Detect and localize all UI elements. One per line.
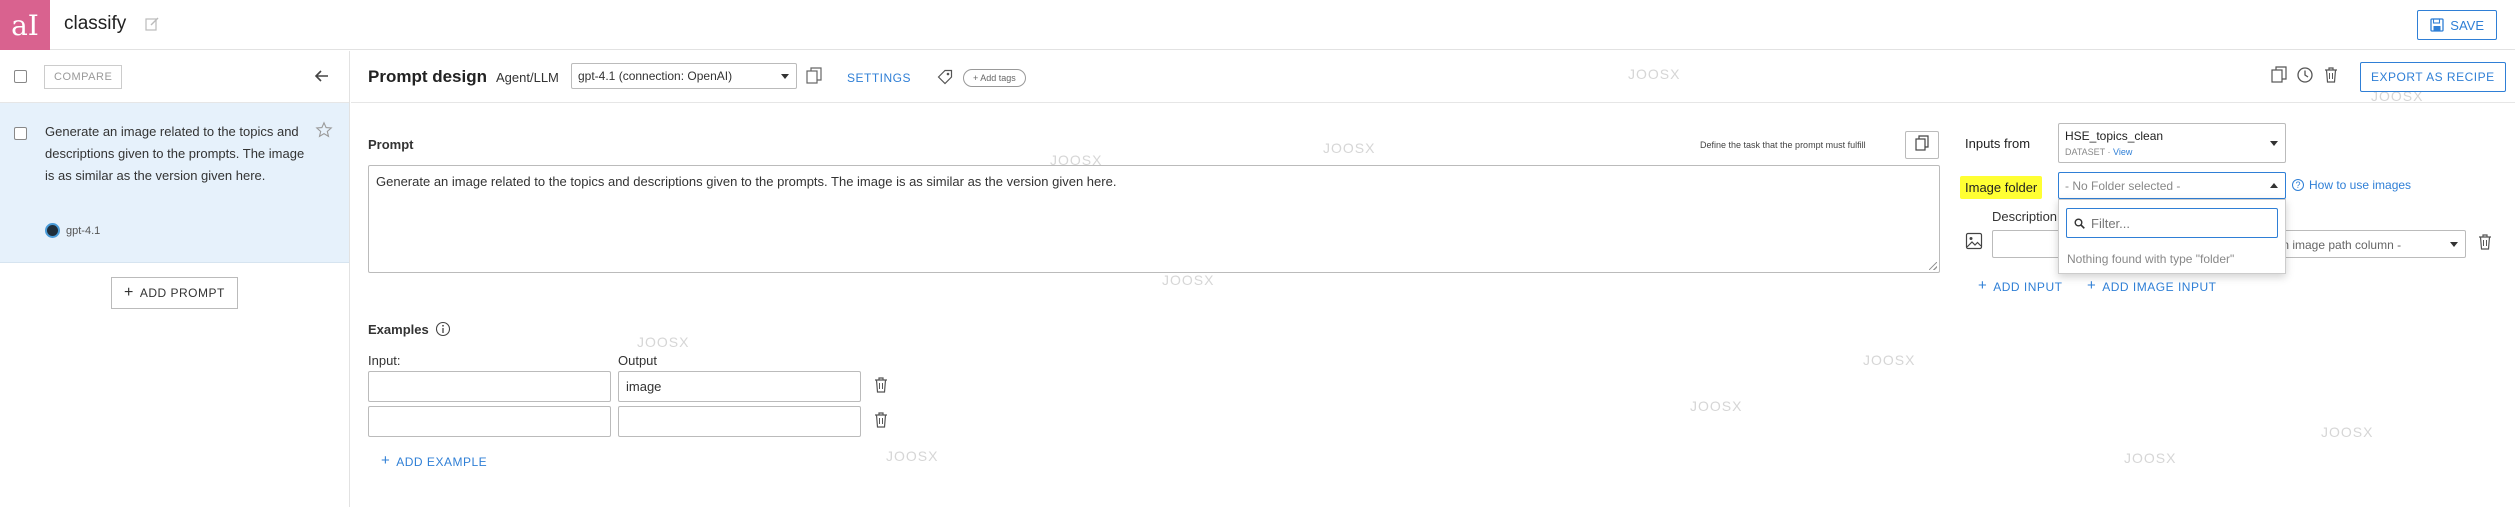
watermark: JOOSX [1323, 140, 1376, 156]
watermark: JOOSX [637, 334, 690, 350]
prompt-textarea[interactable]: Generate an image related to the topics … [368, 165, 1940, 273]
prompt-text: Generate an image related to the topics … [376, 174, 1117, 189]
history-icon[interactable] [2296, 66, 2314, 84]
trash-icon[interactable] [2478, 234, 2492, 250]
image-folder-select[interactable]: - No Folder selected - [2058, 172, 2286, 199]
dataset-meta: DATASET · View [2065, 147, 2133, 157]
prompt-list-item[interactable]: Generate an image related to the topics … [0, 103, 349, 263]
export-as-recipe-button[interactable]: EXPORT AS RECIPE [2360, 62, 2506, 92]
add-example-label: ADD EXAMPLE [396, 455, 488, 469]
search-icon [2074, 218, 2085, 229]
caret-up-icon [2270, 183, 2278, 188]
filter-field[interactable] [2066, 208, 2278, 238]
how-to-use-images-link[interactable]: ? How to use images [2292, 178, 2411, 192]
inputs-from-label: Inputs from [1965, 136, 2031, 151]
watermark: JOOSX [1690, 398, 1743, 414]
prompt-item-checkbox[interactable] [14, 127, 27, 140]
caret-down-icon [2270, 141, 2278, 146]
prompt-list-header: COMPARE [0, 51, 349, 103]
image-path-column-select[interactable]: t an image path column - [2262, 230, 2466, 258]
no-results-message: Nothing found with type "folder" [2067, 252, 2235, 266]
star-icon[interactable] [315, 121, 333, 139]
openai-icon [45, 223, 60, 238]
copy-icon[interactable] [806, 67, 822, 85]
add-tags-button[interactable]: + Add tags [963, 69, 1026, 87]
watermark: JOOSX [1863, 352, 1916, 368]
save-icon [2430, 18, 2444, 32]
example-output-field[interactable]: image [618, 371, 861, 402]
save-button[interactable]: SAVE [2417, 10, 2497, 40]
trash-icon[interactable] [874, 412, 888, 428]
add-image-input-button[interactable]: + ADD IMAGE INPUT [2087, 277, 2217, 294]
model-badge-label: gpt-4.1 [66, 224, 101, 237]
plus-icon: + [2087, 277, 2097, 294]
edit-icon[interactable] [144, 16, 160, 32]
watermark: JOOSX [1162, 272, 1215, 288]
compare-button[interactable]: COMPARE [44, 65, 123, 89]
dataset-name: HSE_topics_clean [2065, 129, 2164, 143]
filter-input[interactable] [2091, 214, 2271, 232]
add-input-label: ADD INPUT [1993, 280, 2063, 294]
model-badge: gpt-4.1 [45, 223, 100, 238]
examples-label: Examples [368, 321, 429, 337]
example-output-field[interactable] [618, 406, 861, 437]
page-title: Prompt design [368, 67, 488, 86]
magic-copy-icon [1915, 135, 1929, 151]
watermark: JOOSX [886, 448, 939, 464]
app-title: classify [64, 13, 127, 34]
how-to-use-images-label: How to use images [2309, 178, 2412, 192]
examples-output-header: Output [618, 353, 658, 368]
top-bar: aI classify SAVE [0, 0, 2515, 50]
dataset-view-link[interactable]: View [2113, 147, 2132, 157]
caret-down-icon [781, 74, 789, 79]
trash-icon[interactable] [2323, 66, 2339, 84]
agent-llm-label: Agent/LLM [496, 70, 559, 85]
prompt-assist-button[interactable] [1905, 131, 1939, 159]
save-label: SAVE [2450, 17, 2484, 33]
image-folder-label: Image folder [1960, 176, 2043, 199]
plus-icon: + [1978, 277, 1988, 294]
prompt-item-text: Generate an image related to the topics … [45, 124, 305, 183]
image-path-value: t an image path column - [2269, 238, 2402, 252]
prompt-design-header: Prompt design Agent/LLM gpt-4.1 (connect… [351, 51, 2515, 103]
dataset-type: DATASET [2065, 147, 2106, 157]
example-input-field[interactable] [368, 406, 611, 437]
app-logo[interactable]: aI [0, 0, 50, 50]
dataset-select[interactable]: HSE_topics_clean DATASET · View [2058, 123, 2286, 163]
add-prompt-label: ADD PROMPT [139, 286, 225, 300]
plus-icon: + [124, 284, 134, 301]
prompt-hint: Define the task that the prompt must ful… [1700, 140, 1866, 150]
info-icon[interactable] [435, 321, 451, 337]
prompt-list-panel: COMPARE Generate an image related to the… [0, 51, 350, 507]
watermark: JOOSX [2124, 450, 2177, 466]
model-select[interactable]: gpt-4.1 (connection: OpenAI) [571, 63, 797, 89]
arrow-left-icon[interactable] [313, 67, 331, 85]
model-select-value: gpt-4.1 (connection: OpenAI) [578, 69, 733, 83]
plus-icon: + [381, 452, 391, 469]
resize-handle-icon[interactable] [1929, 262, 1937, 270]
duplicate-icon[interactable] [2271, 66, 2287, 84]
example-input-field[interactable] [368, 371, 611, 402]
image-folder-value: - No Folder selected - [2065, 179, 2181, 193]
add-input-button[interactable]: + ADD INPUT [1978, 277, 2063, 294]
description-label: Description [1992, 209, 2058, 224]
add-prompt-button[interactable]: + ADD PROMPT [111, 277, 238, 309]
examples-input-header: Input: [368, 353, 401, 368]
watermark: JOOSX [2321, 424, 2374, 440]
add-image-input-label: ADD IMAGE INPUT [2102, 280, 2217, 294]
add-example-button[interactable]: + ADD EXAMPLE [381, 452, 488, 469]
prompt-label: Prompt [368, 137, 414, 152]
tag-icon[interactable] [937, 69, 953, 85]
image-folder-dropdown: Nothing found with type "folder" [2058, 199, 2286, 274]
question-icon: ? [2292, 179, 2304, 191]
caret-down-icon [2450, 242, 2458, 247]
image-icon [1965, 232, 1983, 250]
examples-section-title: Examples [368, 321, 451, 337]
select-all-checkbox[interactable] [14, 70, 27, 83]
settings-link[interactable]: SETTINGS [847, 71, 911, 85]
trash-icon[interactable] [874, 377, 888, 393]
